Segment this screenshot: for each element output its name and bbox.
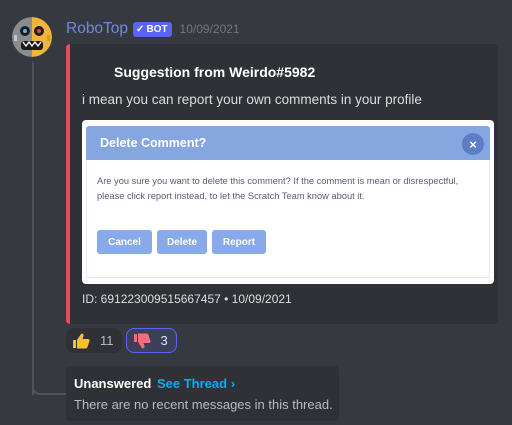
reaction-count: 3	[160, 333, 168, 348]
embed-footer: ID: 691223009515667457 • 10/09/2021	[82, 292, 292, 306]
reaction-thumbs-down[interactable]: 3	[125, 328, 177, 353]
thread-preview[interactable]: Unanswered See Thread › There are no rec…	[66, 366, 339, 421]
bot-badge: ✓ BOT	[133, 21, 172, 37]
dialog-text: Are you sure you want to delete this com…	[97, 176, 459, 201]
see-thread-link[interactable]: See Thread ›	[157, 376, 235, 391]
reaction-thumbs-up[interactable]: 11	[66, 328, 122, 353]
robot-face-icon	[12, 17, 52, 57]
embed: Suggestion from Weirdo#5982 i mean you c…	[66, 44, 498, 324]
embed-image[interactable]: Delete Comment? × Are you sure you want …	[82, 120, 494, 284]
bot-badge-label: BOT	[146, 23, 168, 35]
verified-check-icon: ✓	[136, 23, 145, 35]
message-timestamp[interactable]: 10/09/2021	[180, 22, 240, 36]
close-icon: ×	[462, 133, 484, 155]
reaction-count: 11	[100, 333, 114, 348]
dialog-body: Are you sure you want to delete this com…	[86, 160, 490, 278]
dialog-title: Delete Comment?	[100, 136, 207, 150]
thumbs-up-icon	[73, 333, 90, 348]
avatar[interactable]	[12, 17, 52, 57]
thread-status: Unanswered	[74, 376, 152, 391]
thumbs-down-icon	[133, 333, 151, 348]
cancel-button: Cancel	[97, 230, 152, 254]
embed-description: i mean you can report your own comments …	[82, 92, 422, 107]
message-header: RoboTop ✓ BOT 10/09/2021	[66, 20, 240, 38]
embed-title: Suggestion from Weirdo#5982	[114, 64, 316, 80]
delete-button: Delete	[157, 230, 207, 254]
thread-empty-text: There are no recent messages in this thr…	[74, 397, 333, 412]
thread-connector-line	[32, 62, 34, 395]
thread-connector-curve	[32, 375, 66, 395]
username[interactable]: RoboTop	[66, 20, 128, 38]
report-button: Report	[212, 230, 266, 254]
dialog-header: Delete Comment? ×	[86, 126, 490, 160]
reactions-bar: 11 3	[66, 328, 177, 353]
